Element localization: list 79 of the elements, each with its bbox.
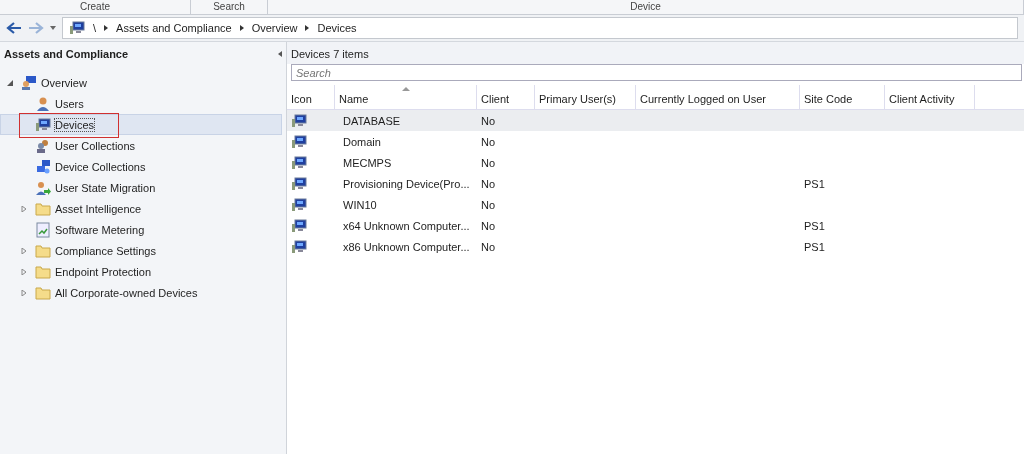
computer-icon — [291, 196, 307, 213]
folder-icon — [35, 200, 51, 217]
tree-item[interactable]: User State Migration — [0, 177, 282, 198]
tree-item[interactable]: Software Metering — [0, 219, 282, 240]
tree-item[interactable]: Endpoint Protection — [0, 261, 282, 282]
table-cell-text: Domain — [342, 134, 382, 150]
computer-user-icon — [21, 74, 37, 91]
ribbon-group-label: Create — [0, 0, 191, 14]
computer-icon — [291, 112, 307, 129]
computer-icon — [291, 238, 307, 255]
forward-arrow-icon[interactable] — [28, 21, 44, 35]
breadcrumb-item[interactable]: \ — [93, 22, 97, 34]
table-cell-text: No — [480, 155, 497, 171]
breadcrumb-item[interactable]: Assets and Compliance — [116, 22, 232, 34]
table-row[interactable]: DATABASE No — [287, 110, 1024, 131]
tree-item[interactable]: Devices — [0, 114, 282, 135]
ribbon-group-label: Search — [191, 0, 268, 14]
column-header[interactable]: Name — [335, 85, 477, 109]
computer-icon — [291, 175, 307, 192]
table-cell-text: PS1 — [803, 239, 826, 255]
folder-icon — [35, 242, 51, 259]
sort-arrow-icon — [401, 87, 410, 91]
table-cell-text: No — [480, 134, 497, 150]
table-cell-text: x64 Unknown Computer... — [342, 218, 471, 234]
user-icon — [35, 95, 51, 112]
table-cell-text: DATABASE — [342, 113, 402, 129]
table-cell-text: No — [480, 218, 497, 234]
table-cell-text: x86 Unknown Computer... — [342, 239, 471, 255]
table-cell-text: No — [480, 113, 497, 129]
collapsed-arrow-icon[interactable] — [21, 247, 27, 254]
computer-icon — [69, 20, 85, 36]
column-header[interactable]: Primary User(s) — [535, 85, 636, 109]
table-cell-text: PS1 — [803, 176, 826, 192]
collapsed-arrow-icon[interactable] — [21, 289, 27, 296]
table-cell-text: No — [480, 197, 497, 213]
computers-icon — [35, 158, 51, 175]
table-cell-text: MECMPS — [342, 155, 393, 171]
tree-item[interactable]: User Collections — [0, 135, 282, 156]
tree-item[interactable]: Asset Intelligence — [0, 198, 282, 219]
tree-item[interactable]: Device Collections — [0, 156, 282, 177]
table-cell-text: No — [480, 176, 497, 192]
collapse-arrow-icon[interactable] — [278, 51, 282, 57]
table-cell-text: No — [480, 239, 497, 255]
back-arrow-icon[interactable] — [6, 21, 22, 35]
breadcrumb-arrow-icon — [305, 25, 310, 31]
table-cell-text: PS1 — [803, 218, 826, 234]
computer-icon — [291, 154, 307, 171]
table-cell-text: WIN10 — [342, 197, 378, 213]
collapsed-arrow-icon[interactable] — [21, 268, 27, 275]
document-chart-icon — [35, 221, 51, 238]
ribbon-group-label: Device — [268, 0, 1024, 14]
folder-icon — [35, 263, 51, 280]
user-arrow-icon — [35, 179, 51, 196]
computer-icon — [291, 133, 307, 150]
table-cell-text: Provisioning Device(Pro... — [342, 176, 471, 192]
tree-item[interactable]: All Corporate-owned Devices — [0, 282, 282, 303]
column-header[interactable]: Client — [477, 85, 535, 109]
tree-item[interactable]: Users — [0, 93, 282, 114]
column-header[interactable]: Icon — [287, 85, 335, 109]
tree-item[interactable]: Compliance Settings — [0, 240, 282, 261]
breadcrumb-arrow-icon — [239, 25, 244, 31]
list-title: Devices 7 items — [287, 42, 1024, 64]
column-header[interactable]: Site Code — [800, 85, 885, 109]
users-icon — [35, 137, 51, 154]
collapsed-arrow-icon[interactable] — [21, 205, 27, 212]
pane-title: Assets and Compliance — [4, 48, 129, 60]
computer-icon — [35, 116, 51, 133]
folder-icon — [35, 284, 51, 301]
tree-item[interactable]: Overview — [0, 72, 282, 93]
breadcrumb-arrow-icon — [104, 25, 109, 31]
computer-icon — [291, 217, 307, 234]
search-field[interactable]: Search — [291, 64, 1022, 81]
breadcrumb-item[interactable]: Overview — [251, 22, 298, 34]
column-header[interactable]: Client Activity — [885, 85, 975, 109]
column-header[interactable]: Currently Logged on User — [636, 85, 800, 109]
expanded-arrow-icon[interactable] — [7, 79, 13, 86]
address-field[interactable]: \ Assets and Compliance Overview Devices — [62, 17, 1018, 39]
dropdown-arrow-icon[interactable] — [50, 26, 56, 30]
breadcrumb-item[interactable]: Devices — [317, 22, 357, 34]
